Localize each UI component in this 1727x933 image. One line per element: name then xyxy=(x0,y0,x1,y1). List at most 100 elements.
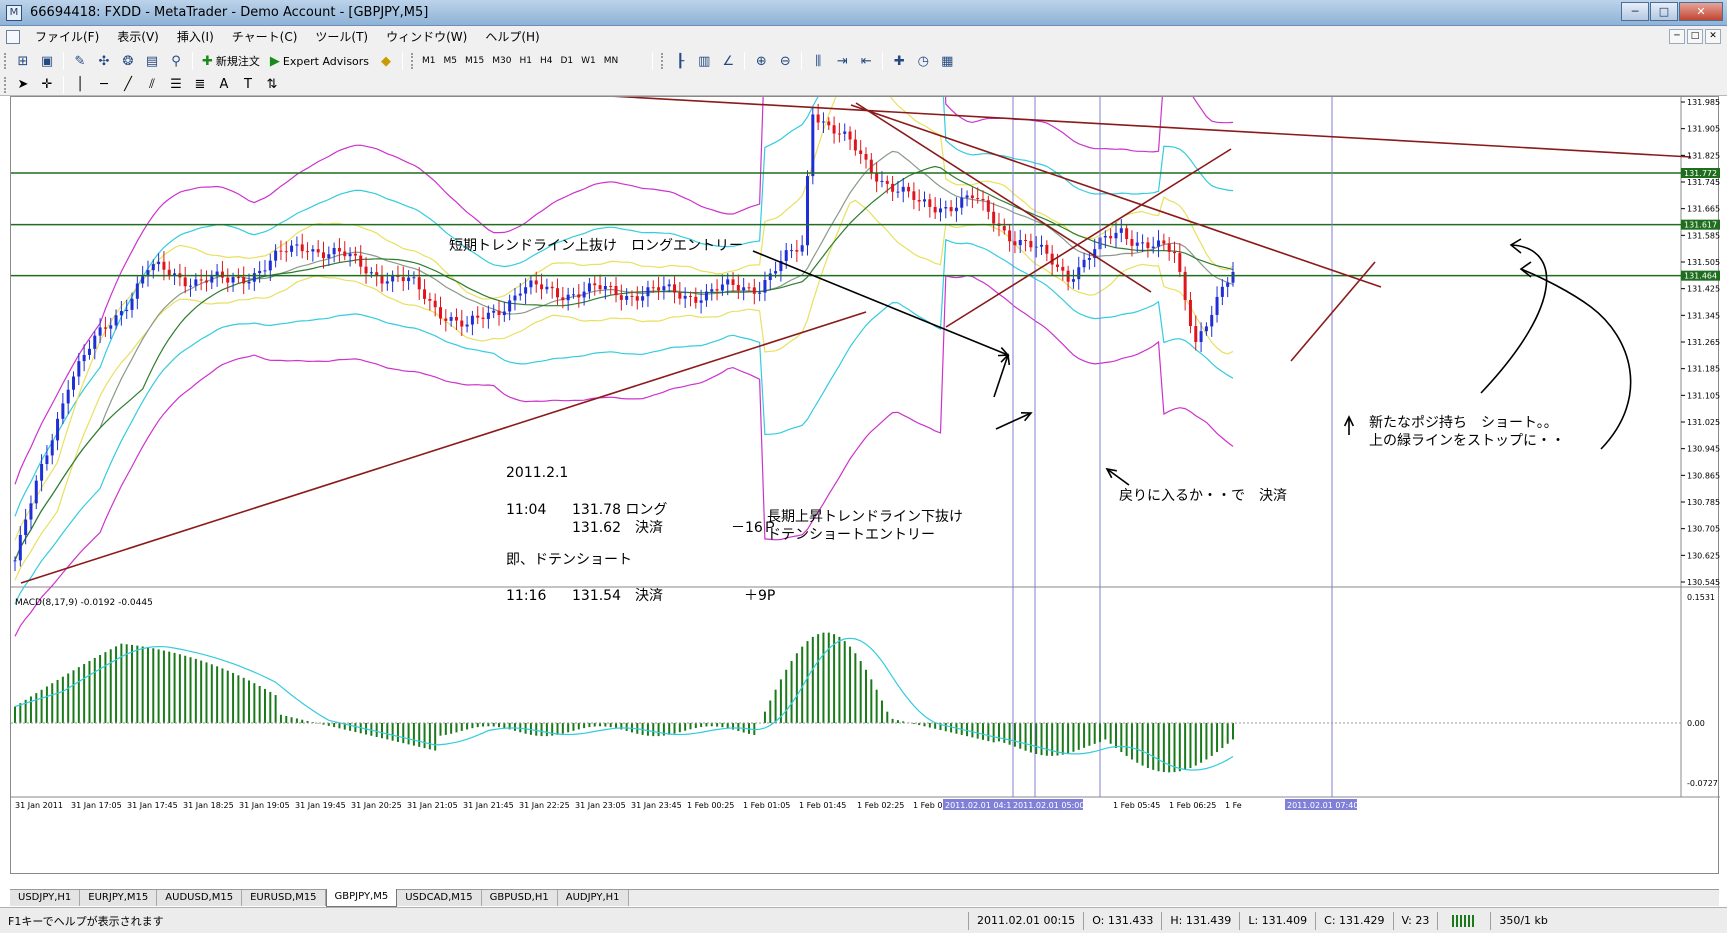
candle-body xyxy=(1045,244,1049,254)
toolbar-grip[interactable] xyxy=(411,53,415,69)
tile-windows-icon[interactable]: ⫼ xyxy=(807,51,829,71)
candlestick-icon[interactable]: ▥ xyxy=(693,51,715,71)
new-order-button[interactable]: ✚ 新規注文 xyxy=(198,51,264,71)
arrows-icon[interactable]: ⇅ xyxy=(261,75,283,95)
candle-body xyxy=(907,186,911,192)
toolbar-separator xyxy=(63,52,64,70)
close-button[interactable]: ✕ xyxy=(1679,2,1723,21)
candle-body xyxy=(1029,241,1033,248)
tab-usdcad-m15[interactable]: USDCAD,M15 xyxy=(397,890,482,906)
text-icon[interactable]: A xyxy=(213,75,235,95)
templates-icon[interactable]: ▦ xyxy=(936,51,958,71)
new-chart-icon[interactable]: ⊞ xyxy=(12,51,34,71)
text-label-icon[interactable]: T xyxy=(237,75,259,95)
menu-window[interactable]: ウィンドウ(W) xyxy=(377,27,476,47)
candle-body xyxy=(66,389,70,404)
candle-body xyxy=(630,295,634,297)
chart-window-icon[interactable] xyxy=(6,30,20,44)
timeframe-m30[interactable]: M30 xyxy=(488,56,515,66)
terminal-icon[interactable]: ▤ xyxy=(141,51,163,71)
candle-body xyxy=(306,251,310,253)
indicators-icon[interactable]: ✚ xyxy=(888,51,910,71)
candle-body xyxy=(502,311,506,316)
candle-body xyxy=(236,277,240,279)
timeframe-m15[interactable]: M15 xyxy=(461,56,488,66)
timeframe-m1[interactable]: M1 xyxy=(418,56,440,66)
candle-body xyxy=(752,287,756,294)
toolbar-grip[interactable] xyxy=(4,53,8,69)
maximize-button[interactable]: □ xyxy=(1650,2,1678,21)
price-chart[interactable]: 131.772 131.617 131.464 131.985 131.905 131.… xyxy=(11,97,1720,875)
periods-icon[interactable]: ◷ xyxy=(912,51,934,71)
menu-help[interactable]: ヘルプ(H) xyxy=(476,27,548,47)
horizontal-line-icon[interactable]: ─ xyxy=(93,75,115,95)
cursor-icon[interactable]: ➤ xyxy=(12,75,34,95)
auto-scroll-icon[interactable]: ⇥ xyxy=(831,51,853,71)
time-label: 31 Jan 21:45 xyxy=(463,801,514,810)
tab-audusd-m15[interactable]: AUDUSD,M15 xyxy=(157,890,243,906)
tab-audjpy-h1[interactable]: AUDJPY,H1 xyxy=(557,890,629,906)
toolbar-grip[interactable] xyxy=(661,53,665,69)
timeframe-h1[interactable]: H1 xyxy=(515,56,536,66)
candle-body xyxy=(1130,239,1134,246)
toolbar-separator xyxy=(744,52,746,70)
vertical-line-icon[interactable]: │ xyxy=(69,75,91,95)
mdi-minimize-button[interactable]: ─ xyxy=(1669,29,1685,44)
timeframe-w1[interactable]: W1 xyxy=(577,56,600,66)
trendline xyxy=(855,102,1152,293)
candle-body xyxy=(598,285,602,290)
timeframe-h4[interactable]: H4 xyxy=(536,56,557,66)
menu-tools[interactable]: ツール(T) xyxy=(306,27,377,47)
trendline-icon[interactable]: ╱ xyxy=(117,75,139,95)
zoom-in-icon[interactable]: ⊕ xyxy=(750,51,772,71)
time-label: 31 Jan 2011 xyxy=(15,801,63,810)
time-highlight-label: 2011.02.01 07:40 xyxy=(1287,801,1358,810)
tab-gbpusd-h1[interactable]: GBPUSD,H1 xyxy=(481,890,558,906)
chart-tabs: USDJPY,H1 EURJPY,M15 AUDUSD,M15 EURUSD,M… xyxy=(10,889,1719,907)
menu-chart[interactable]: チャート(C) xyxy=(223,27,307,47)
market-watch-icon[interactable]: ✎ xyxy=(69,51,91,71)
minimize-button[interactable]: ─ xyxy=(1621,2,1649,21)
mdi-restore-button[interactable]: □ xyxy=(1687,29,1703,44)
timeframe-mn[interactable]: MN xyxy=(600,56,623,66)
timeframe-m5[interactable]: M5 xyxy=(440,56,462,66)
channel-icon[interactable]: ⫽ xyxy=(141,75,163,95)
menu-file[interactable]: ファイル(F) xyxy=(26,27,108,47)
tab-usdjpy-h1[interactable]: USDJPY,H1 xyxy=(10,890,81,906)
expert-advisors-button[interactable]: ▶ Expert Advisors xyxy=(266,51,373,71)
metatrader-app-icon[interactable]: M xyxy=(6,4,22,21)
fibonacci-icon[interactable]: ☰ xyxy=(165,75,187,95)
tab-eurjpy-m15[interactable]: EURJPY,M15 xyxy=(80,890,158,906)
menu-insert[interactable]: 挿入(I) xyxy=(168,27,223,47)
timeframe-d1[interactable]: D1 xyxy=(556,56,577,66)
candle-body xyxy=(1141,242,1145,244)
bar-chart-icon[interactable]: ┠ xyxy=(669,51,691,71)
price-label: 131.345 xyxy=(1687,311,1720,320)
navigator-icon[interactable]: ✣ xyxy=(93,51,115,71)
candle-body xyxy=(896,191,900,193)
candle-body xyxy=(1018,239,1022,246)
warning-icon[interactable]: ◆ xyxy=(375,51,397,71)
mdi-close-button[interactable]: ✕ xyxy=(1705,29,1721,44)
profiles-icon[interactable]: ▣ xyxy=(36,51,58,71)
candle-body xyxy=(954,207,958,212)
gann-icon[interactable]: ≣ xyxy=(189,75,211,95)
tab-eurusd-m15[interactable]: EURUSD,M15 xyxy=(242,890,326,906)
crosshair-icon[interactable]: ✛ xyxy=(36,75,58,95)
line-chart-icon[interactable]: ∠ xyxy=(717,51,739,71)
zoom-out-icon[interactable]: ⊖ xyxy=(774,51,796,71)
chart-shift-icon[interactable]: ⇤ xyxy=(855,51,877,71)
tab-gbpjpy-m5[interactable]: GBPJPY,M5 xyxy=(325,889,398,907)
new-order-label: 新規注文 xyxy=(215,55,260,68)
toolbar-separator xyxy=(652,52,654,70)
chart-window[interactable]: 131.772 131.617 131.464 131.985 131.905 131.… xyxy=(10,96,1720,875)
horizontal-lines[interactable]: 131.772 131.617 131.464 xyxy=(11,168,1720,281)
strategy-tester-icon[interactable]: ⚲ xyxy=(165,51,187,71)
candle-body xyxy=(220,271,224,278)
toolbar-grip[interactable] xyxy=(4,76,8,93)
data-window-icon[interactable]: ❂ xyxy=(117,51,139,71)
candle-body xyxy=(673,284,677,293)
menu-view[interactable]: 表示(V) xyxy=(108,27,168,47)
trade1-pips: －16Ｐ xyxy=(731,520,777,536)
candle-body xyxy=(311,249,315,252)
